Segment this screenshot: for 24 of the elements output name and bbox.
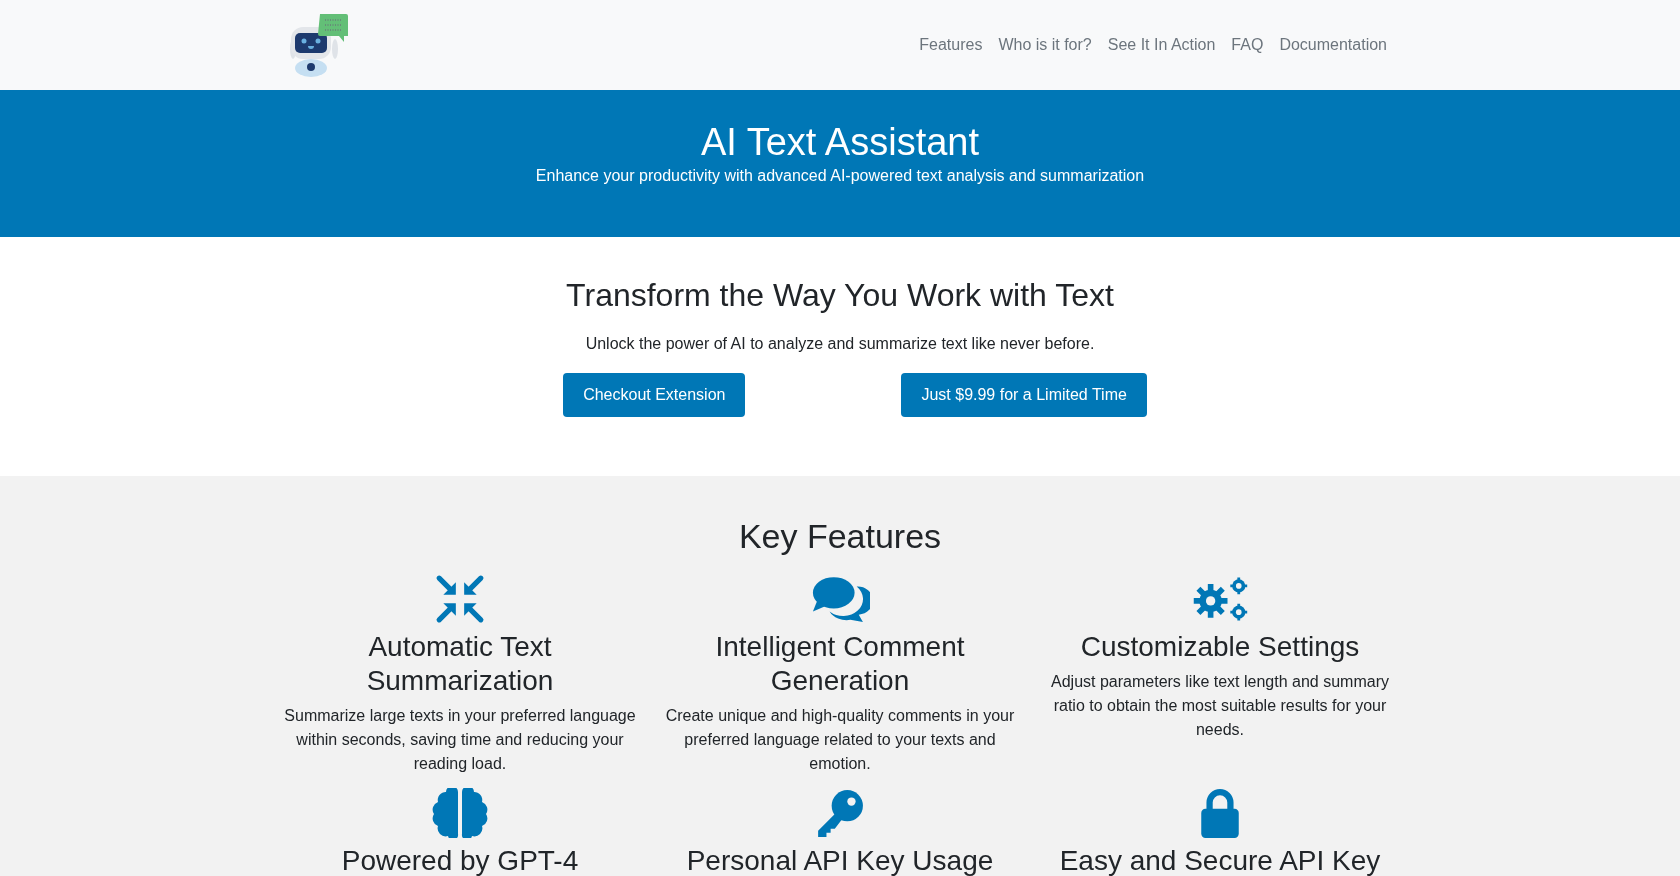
feature-description: Summarize large texts in your preferred language within seconds, saving time and reducing your reading load. [283,705,637,774]
feature-title: Customizable Settings [1080,629,1360,664]
cta-button[interactable]: Just $9.99 for a Limited Time [901,373,1147,418]
hero-title: AI Text Assistant [699,120,981,165]
feature-title: Easy and Secure API Key [1059,843,1381,876]
brain-icon [430,787,490,838]
features-heading: Key Features [737,516,943,557]
nav-link[interactable]: Features [911,28,991,62]
nav-link[interactable]: Who is it for? [990,28,1100,62]
feature-title: Personal API Key Usage [686,843,994,876]
intro-heading: Transform the Way You Work with Text [565,276,1115,315]
nav-link[interactable]: FAQ [1223,28,1272,62]
feature-title: Automatic Text Summarization [365,629,555,698]
hero-subtitle: Enhance your productivity with advanced AI-powered text analysis and summarization [534,166,1146,185]
compress-arrows-icon [435,573,485,624]
feature-description: Create unique and high-quality comments in your preferred language related to your texts and emotion. [664,705,1016,774]
cta-button[interactable]: Checkout Extension [563,373,746,418]
feature-title: Powered by GPT-4 [341,843,579,876]
feature-description: Adjust parameters like text length and summary ratio to obtain the most suitable results for your needs. [1050,671,1390,740]
nav-link[interactable]: Documentation [1271,28,1395,62]
feature-title: Intelligent Comment Generation [714,629,966,698]
intro-text: Unlock the power of AI to analyze and summarize text like never before. [584,335,1096,354]
key-icon [815,787,865,838]
nav-link[interactable]: See It In Action [1099,28,1224,62]
